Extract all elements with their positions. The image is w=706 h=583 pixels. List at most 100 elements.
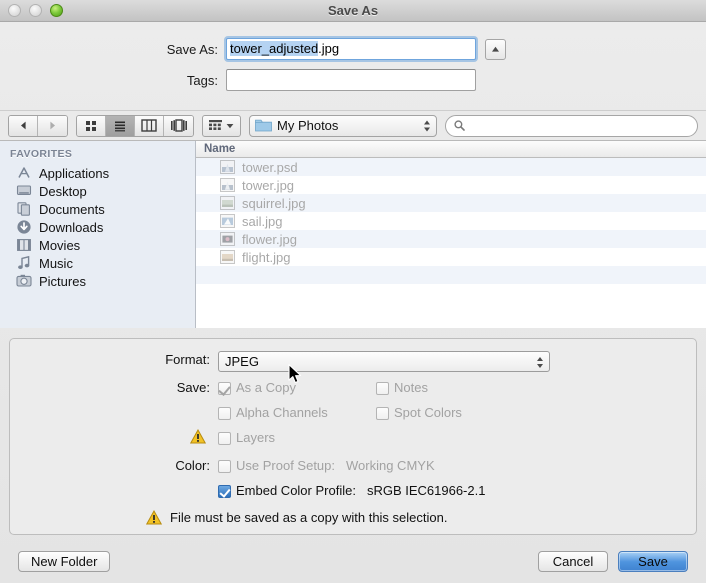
file-name: squirrel.jpg	[242, 195, 306, 211]
folder-icon	[255, 119, 272, 132]
checkbox-label: Notes	[394, 380, 428, 395]
tags-label: Tags:	[186, 72, 218, 88]
color-row-1: Color: Use Proof Setup: Working CMYK	[10, 457, 696, 475]
warning-triangle-icon	[190, 429, 206, 444]
up-down-stepper-icon	[537, 357, 543, 368]
checkbox-label: Spot Colors	[394, 405, 462, 420]
file-list: Name tower.psd tower.jpg squirrel.jpg sa…	[196, 141, 706, 328]
back-button[interactable]	[9, 115, 38, 136]
up-down-stepper-icon	[424, 120, 430, 131]
sidebar-item-documents[interactable]: Documents	[0, 200, 195, 218]
save-option-alpha-channels-cell: Alpha Channels	[218, 404, 376, 422]
save-as-selected-text: tower_adjusted	[230, 41, 319, 56]
table-row[interactable]: tower.jpg	[196, 176, 706, 194]
coverflow-view-button[interactable]	[164, 115, 193, 136]
path-popup-button[interactable]: My Photos	[249, 114, 437, 137]
column-view-button[interactable]	[135, 115, 164, 136]
table-row[interactable]: tower.psd	[196, 158, 706, 176]
cancel-button[interactable]: Cancel	[538, 550, 608, 572]
sidebar-item-label: Movies	[39, 237, 81, 253]
name-area: Save As: tower_adjusted.jpg Tags:	[0, 22, 706, 110]
checkbox-label: Embed Color Profile:	[236, 483, 356, 498]
sidebar-item-music[interactable]: Music	[0, 254, 195, 272]
chevron-right-icon	[50, 121, 55, 130]
sidebar-item-desktop[interactable]: Desktop	[0, 182, 195, 200]
window-title: Save As	[327, 3, 379, 18]
proof-setup-value: Working CMYK	[346, 458, 435, 473]
format-popup-button[interactable]: JPEG	[218, 351, 550, 372]
checkbox-spot-colors[interactable]: Spot Colors	[376, 404, 462, 422]
save-option-spot-colors-cell: Spot Colors	[376, 404, 462, 422]
checkbox-label: Layers	[236, 430, 276, 445]
list-view-button[interactable]	[106, 115, 135, 136]
tags-row: Tags:	[0, 69, 706, 91]
file-name: tower.jpg	[242, 177, 295, 193]
checkbox-layers[interactable]: Layers	[218, 429, 376, 447]
save-as-input[interactable]: tower_adjusted.jpg	[226, 38, 476, 60]
sidebar-item-label: Desktop	[39, 183, 87, 199]
checkbox-use-proof-setup[interactable]: Use Proof Setup: Working CMYK	[218, 457, 435, 475]
sidebar-item-movies[interactable]: Movies	[0, 236, 195, 254]
file-name: tower.psd	[242, 159, 298, 175]
save-options-columns: Layers	[218, 429, 376, 447]
file-name: flight.jpg	[242, 249, 291, 265]
close-button-icon	[8, 4, 21, 17]
save-options-row-2: Alpha Channels Spot Colors	[10, 404, 696, 422]
table-row[interactable]: flower.jpg	[196, 230, 706, 248]
traffic-light-buttons	[8, 4, 63, 17]
save-as-row: Save As: tower_adjusted.jpg	[0, 38, 706, 60]
jpg-thumbnail-icon	[220, 196, 235, 210]
color-label: Color:	[175, 458, 210, 473]
save-options-columns: As a Copy Notes	[218, 379, 428, 397]
applications-icon	[18, 167, 30, 178]
save-label: Save:	[176, 380, 210, 395]
checkbox-notes[interactable]: Notes	[376, 379, 428, 397]
table-row[interactable]: flight.jpg	[196, 248, 706, 266]
table-row[interactable]: sail.jpg	[196, 212, 706, 230]
caret-down-icon	[226, 123, 234, 128]
checkbox-box-icon	[218, 459, 231, 473]
chevron-left-icon	[20, 121, 26, 130]
checkbox-box-icon	[218, 406, 231, 420]
warning-triangle-icon	[146, 510, 162, 525]
save-option-notes-cell: Notes	[376, 379, 428, 397]
new-folder-button[interactable]: New Folder	[18, 550, 111, 572]
jpg-thumbnail-icon	[220, 250, 235, 264]
psd-thumbnail-icon	[220, 160, 235, 174]
forward-button[interactable]	[38, 115, 67, 136]
sidebar-item-pictures[interactable]: Pictures	[0, 272, 195, 290]
checkbox-box-icon	[376, 406, 389, 420]
arrange-grid-icon	[209, 120, 222, 130]
format-value: JPEG	[225, 354, 259, 369]
warning-message-text: File must be saved as a copy with this s…	[170, 510, 448, 525]
checkbox-label: As a Copy	[236, 380, 296, 395]
dialog-actions: Cancel Save	[538, 550, 688, 572]
icon-view-button[interactable]	[77, 115, 106, 136]
disclosure-up-icon	[492, 46, 499, 52]
color-profile-value: sRGB IEC61966-2.1	[366, 483, 486, 498]
movies-icon	[17, 239, 31, 251]
checkbox-as-a-copy[interactable]: As a Copy	[218, 379, 376, 397]
desktop-icon	[16, 185, 32, 195]
downloads-icon	[17, 220, 31, 234]
save-button[interactable]: Save	[618, 550, 688, 572]
checkbox-embed-color-profile[interactable]: Embed Color Profile: sRGB IEC61966-2.1	[218, 482, 485, 500]
arrange-button[interactable]	[202, 114, 241, 137]
finder-toolbar: My Photos	[0, 110, 706, 140]
title-bar: Save As	[0, 0, 706, 22]
music-icon	[18, 255, 30, 269]
checkbox-alpha-channels[interactable]: Alpha Channels	[218, 404, 376, 422]
tags-input[interactable]	[226, 69, 476, 91]
zoom-button-icon[interactable]	[50, 4, 63, 17]
coverflow-view-icon	[170, 119, 187, 132]
sidebar-item-applications[interactable]: Applications	[0, 164, 195, 182]
search-input[interactable]	[445, 114, 698, 137]
save-as-extension-text: .jpg	[318, 41, 340, 56]
file-browser: FAVORITES Applications Desktop Documents…	[0, 140, 706, 328]
documents-icon	[17, 202, 30, 216]
column-header-name[interactable]: Name	[196, 141, 706, 158]
table-row[interactable]: squirrel.jpg	[196, 194, 706, 212]
path-popup-label: My Photos	[277, 118, 339, 133]
sidebar-item-downloads[interactable]: Downloads	[0, 218, 195, 236]
expand-browser-button[interactable]	[485, 38, 506, 60]
